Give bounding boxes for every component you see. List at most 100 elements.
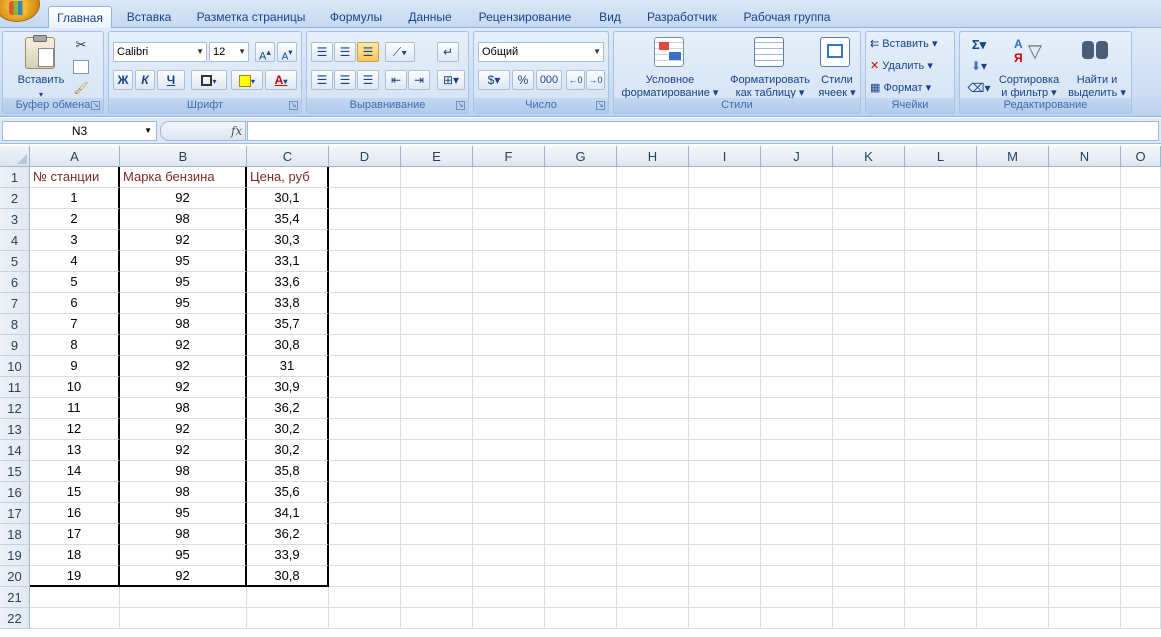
cell-f20[interactable]: [473, 566, 545, 587]
cell-k16[interactable]: [833, 482, 905, 503]
cell-styles-button[interactable]: Стили ячеек ▾: [814, 74, 860, 100]
cell-i12[interactable]: [689, 398, 761, 419]
cell-c13[interactable]: 30,2: [247, 419, 329, 440]
italic-button[interactable]: К: [135, 70, 155, 90]
cell-l20[interactable]: [905, 566, 977, 587]
cut-icon[interactable]: ✂: [73, 38, 89, 51]
cell-e13[interactable]: [401, 419, 473, 440]
cell-i1[interactable]: [689, 167, 761, 188]
cell-n17[interactable]: [1049, 503, 1121, 524]
cell-a6[interactable]: 5: [30, 272, 120, 293]
cell-a18[interactable]: 17: [30, 524, 120, 545]
cell-g13[interactable]: [545, 419, 617, 440]
orientation-button[interactable]: ⟋▾: [385, 42, 415, 62]
cell-g14[interactable]: [545, 440, 617, 461]
cell-b3[interactable]: 98: [120, 209, 247, 230]
cell-o10[interactable]: [1121, 356, 1161, 377]
cell-i9[interactable]: [689, 335, 761, 356]
cell-c20[interactable]: 30,8: [247, 566, 329, 587]
cell-c6[interactable]: 33,6: [247, 272, 329, 293]
cell-k11[interactable]: [833, 377, 905, 398]
cell-h16[interactable]: [617, 482, 689, 503]
cell-c22[interactable]: [247, 608, 329, 629]
cell-c3[interactable]: 35,4: [247, 209, 329, 230]
cell-l15[interactable]: [905, 461, 977, 482]
cell-h2[interactable]: [617, 188, 689, 209]
cell-j8[interactable]: [761, 314, 833, 335]
cell-g21[interactable]: [545, 587, 617, 608]
cell-h3[interactable]: [617, 209, 689, 230]
autosum-button[interactable]: Σ▾: [966, 38, 992, 51]
row-header-7[interactable]: 7: [0, 293, 30, 314]
cell-i11[interactable]: [689, 377, 761, 398]
cell-g18[interactable]: [545, 524, 617, 545]
cell-g7[interactable]: [545, 293, 617, 314]
cell-o2[interactable]: [1121, 188, 1161, 209]
cell-l5[interactable]: [905, 251, 977, 272]
cell-o9[interactable]: [1121, 335, 1161, 356]
cell-n19[interactable]: [1049, 545, 1121, 566]
cell-a1[interactable]: № станции: [30, 167, 120, 188]
cell-o12[interactable]: [1121, 398, 1161, 419]
row-header-21[interactable]: 21: [0, 587, 30, 608]
font-color-button[interactable]: A▾: [265, 70, 297, 90]
cell-e4[interactable]: [401, 230, 473, 251]
column-header-n[interactable]: N: [1049, 146, 1121, 167]
cell-a13[interactable]: 12: [30, 419, 120, 440]
cell-l12[interactable]: [905, 398, 977, 419]
cell-k20[interactable]: [833, 566, 905, 587]
cell-a21[interactable]: [30, 587, 120, 608]
cell-o14[interactable]: [1121, 440, 1161, 461]
cell-h21[interactable]: [617, 587, 689, 608]
cell-d2[interactable]: [329, 188, 401, 209]
cell-i15[interactable]: [689, 461, 761, 482]
cell-d7[interactable]: [329, 293, 401, 314]
cell-l2[interactable]: [905, 188, 977, 209]
cell-b12[interactable]: 98: [120, 398, 247, 419]
cell-f4[interactable]: [473, 230, 545, 251]
increase-indent-button[interactable]: ⇥: [408, 70, 430, 90]
cell-a9[interactable]: 8: [30, 335, 120, 356]
cell-n11[interactable]: [1049, 377, 1121, 398]
cell-c9[interactable]: 30,8: [247, 335, 329, 356]
cell-c10[interactable]: 31: [247, 356, 329, 377]
cell-h8[interactable]: [617, 314, 689, 335]
cell-d6[interactable]: [329, 272, 401, 293]
cell-d8[interactable]: [329, 314, 401, 335]
name-box[interactable]: N3 ▼: [2, 121, 157, 141]
cell-n8[interactable]: [1049, 314, 1121, 335]
cell-j12[interactable]: [761, 398, 833, 419]
cell-f10[interactable]: [473, 356, 545, 377]
row-header-4[interactable]: 4: [0, 230, 30, 251]
cell-n6[interactable]: [1049, 272, 1121, 293]
cell-k19[interactable]: [833, 545, 905, 566]
cell-d20[interactable]: [329, 566, 401, 587]
cell-d17[interactable]: [329, 503, 401, 524]
cell-j11[interactable]: [761, 377, 833, 398]
cell-m14[interactable]: [977, 440, 1049, 461]
column-header-b[interactable]: B: [120, 146, 247, 167]
cell-l17[interactable]: [905, 503, 977, 524]
underline-button[interactable]: Ч: [157, 70, 185, 90]
align-left-button[interactable]: ☰: [311, 70, 333, 90]
cell-a17[interactable]: 16: [30, 503, 120, 524]
cell-h13[interactable]: [617, 419, 689, 440]
cell-o21[interactable]: [1121, 587, 1161, 608]
cell-e3[interactable]: [401, 209, 473, 230]
align-right-button[interactable]: ☰: [357, 70, 379, 90]
cell-i20[interactable]: [689, 566, 761, 587]
cell-c4[interactable]: 30,3: [247, 230, 329, 251]
cell-c1[interactable]: Цена, руб: [247, 167, 329, 188]
formula-input[interactable]: [247, 121, 1159, 141]
tab-data[interactable]: Данные: [400, 6, 460, 28]
delete-cells-button[interactable]: ✕ Удалить ▾: [870, 60, 954, 73]
cell-d16[interactable]: [329, 482, 401, 503]
cell-g16[interactable]: [545, 482, 617, 503]
cell-c16[interactable]: 35,6: [247, 482, 329, 503]
cell-b8[interactable]: 98: [120, 314, 247, 335]
cell-a7[interactable]: 6: [30, 293, 120, 314]
cell-n10[interactable]: [1049, 356, 1121, 377]
cell-a14[interactable]: 13: [30, 440, 120, 461]
cell-g10[interactable]: [545, 356, 617, 377]
cell-e15[interactable]: [401, 461, 473, 482]
